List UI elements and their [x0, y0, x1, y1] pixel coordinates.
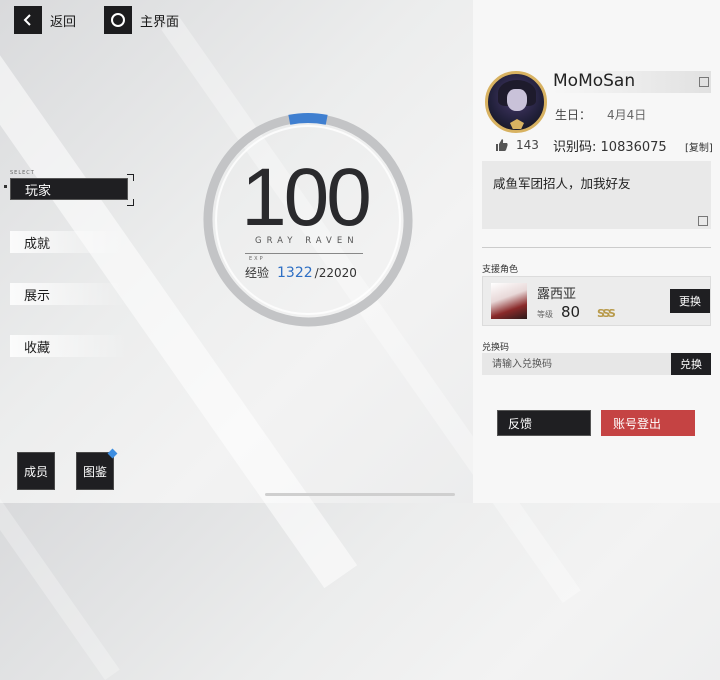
thumbs-up-icon: [496, 139, 508, 151]
player-name-text: MoMoSan: [553, 71, 636, 91]
members-button[interactable]: 成员: [17, 452, 55, 490]
level-value: 80: [561, 303, 581, 321]
code-section-title: 兑换码: [482, 343, 510, 353]
player-uid: 识别码: 10836075: [553, 136, 667, 155]
nav-select-tag: SELECT: [10, 170, 35, 176]
likes[interactable]: 143: [495, 138, 539, 152]
uid-value: 10836075: [600, 140, 667, 155]
back-arrow-icon: [14, 6, 42, 34]
feedback-button[interactable]: 反馈: [497, 410, 591, 436]
exp-current: 1322: [277, 265, 313, 281]
support-character-portrait: [491, 283, 527, 319]
selection-bracket: [127, 199, 134, 206]
exp-max: /22020: [314, 266, 357, 280]
nav-item-label: 展示: [24, 288, 51, 304]
signature-text: 咸鱼军团招人，加我好友: [493, 176, 631, 191]
support-character-name: 露西亚: [537, 287, 577, 302]
birthday-label: 生日：: [555, 108, 592, 122]
divider: [482, 247, 711, 248]
home-circle-icon: [104, 6, 132, 34]
exp-label: 经验: [245, 266, 270, 280]
nav-item-label: 成就: [24, 236, 51, 252]
avatar-badge-icon: [510, 119, 524, 129]
logout-button[interactable]: 账号登出: [601, 410, 695, 436]
rank-sss-icon: SSS: [597, 307, 616, 320]
copy-uid-button[interactable]: [复制]: [685, 139, 713, 154]
group-name: GRAY RAVEN: [255, 236, 359, 246]
nav-item-label: 收藏: [24, 340, 51, 356]
birthday: 生日： 4月4日: [555, 106, 646, 123]
redeem-code-input[interactable]: [482, 353, 667, 375]
edit-signature-icon[interactable]: [698, 216, 708, 226]
player-name: MoMoSan: [553, 71, 711, 93]
exp-tag: EXP: [249, 256, 265, 262]
avatar[interactable]: [485, 71, 547, 133]
home-label: 主界面: [140, 14, 180, 30]
home-button[interactable]: 主界面: [104, 6, 179, 34]
support-character-card: 露西亚 等级 80 SSS 更换: [482, 276, 711, 326]
support-character-level: 等级 80: [537, 303, 580, 321]
exp-readout: 经验 1322 /22020: [245, 264, 357, 281]
edit-name-icon[interactable]: [699, 77, 709, 87]
profile-panel: MoMoSan 生日： 4月4日 143 识别码: 10836075 [复制] 咸…: [473, 0, 720, 503]
signature-box[interactable]: 咸鱼军团招人，加我好友: [482, 161, 711, 229]
nav-item-achievements[interactable]: 成就: [10, 231, 128, 253]
back-button[interactable]: 返回: [14, 6, 76, 34]
members-label: 成员: [23, 464, 48, 479]
level-label: 等级: [537, 310, 553, 319]
redeem-button[interactable]: 兑换: [671, 353, 711, 375]
exp-progress-arc: [288, 113, 328, 125]
atlas-button[interactable]: 图鉴: [76, 448, 118, 490]
selection-bracket: [127, 174, 134, 181]
atlas-label: 图鉴: [82, 464, 107, 479]
redeem-code-box: 兑换: [482, 353, 711, 375]
nav-item-label: 玩家: [25, 183, 52, 199]
change-support-button[interactable]: 更换: [670, 289, 710, 313]
nav-item-player[interactable]: 玩家: [10, 178, 128, 200]
back-label: 返回: [50, 14, 77, 30]
nav-active-marker: [4, 185, 7, 188]
avatar-face: [507, 89, 527, 111]
nav-item-collection[interactable]: 收藏: [10, 335, 128, 357]
nav-item-showcase[interactable]: 展示: [10, 283, 128, 305]
uid-label: 识别码:: [553, 140, 597, 155]
birthday-value: 4月4日: [607, 108, 647, 122]
support-section-title: 支援角色: [482, 265, 519, 275]
likes-count: 143: [516, 138, 539, 152]
exp-divider: [245, 253, 363, 254]
scroll-indicator: [265, 493, 455, 496]
notification-dot-icon: [107, 448, 118, 459]
player-level: 100: [241, 152, 372, 243]
